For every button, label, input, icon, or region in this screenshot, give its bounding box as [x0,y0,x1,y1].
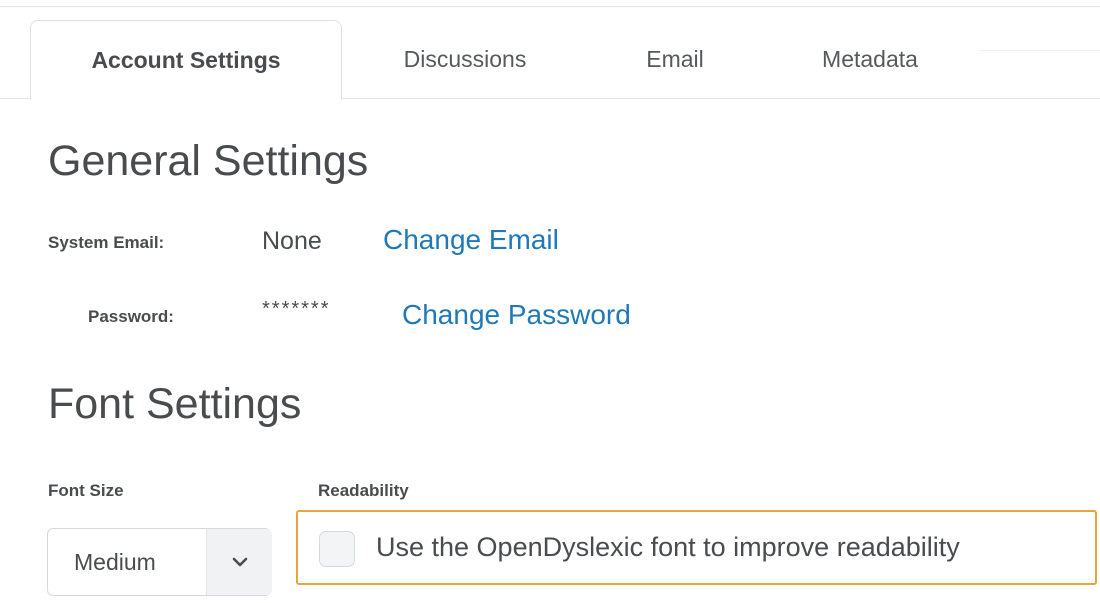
change-password-link[interactable]: Change Password [402,299,631,331]
font-size-dropdown-button[interactable] [206,529,272,595]
change-email-link[interactable]: Change Email [383,224,559,256]
opendyslexic-option-label: Use the OpenDyslexic font to improve rea… [376,532,960,562]
tab-metadata[interactable]: Metadata [790,20,950,98]
font-size-label: Font Size [48,481,124,500]
general-settings-heading: General Settings [48,137,369,185]
top-divider [0,6,1100,7]
password-value: ******* [262,298,331,320]
password-label: Password: [88,307,174,326]
settings-tab-bar: Account Settings Discussions Email Metad… [0,20,1100,100]
chevron-down-icon [232,557,247,566]
readability-label: Readability [318,481,409,500]
tab-account-settings[interactable]: Account Settings [30,20,342,100]
opendyslexic-checkbox[interactable] [319,531,355,567]
font-size-selected-value: Medium [74,549,156,575]
tab-discussions[interactable]: Discussions [375,20,555,98]
system-email-value: None [262,227,322,255]
font-size-select[interactable]: Medium [47,528,272,596]
font-settings-heading: Font Settings [48,380,302,428]
account-settings-page: Account Settings Discussions Email Metad… [0,0,1100,603]
system-email-label: System Email: [48,233,165,252]
readability-option[interactable]: Use the OpenDyslexic font to improve rea… [296,510,1097,585]
tab-email[interactable]: Email [615,20,735,98]
tab-strip-edge [980,50,1100,51]
